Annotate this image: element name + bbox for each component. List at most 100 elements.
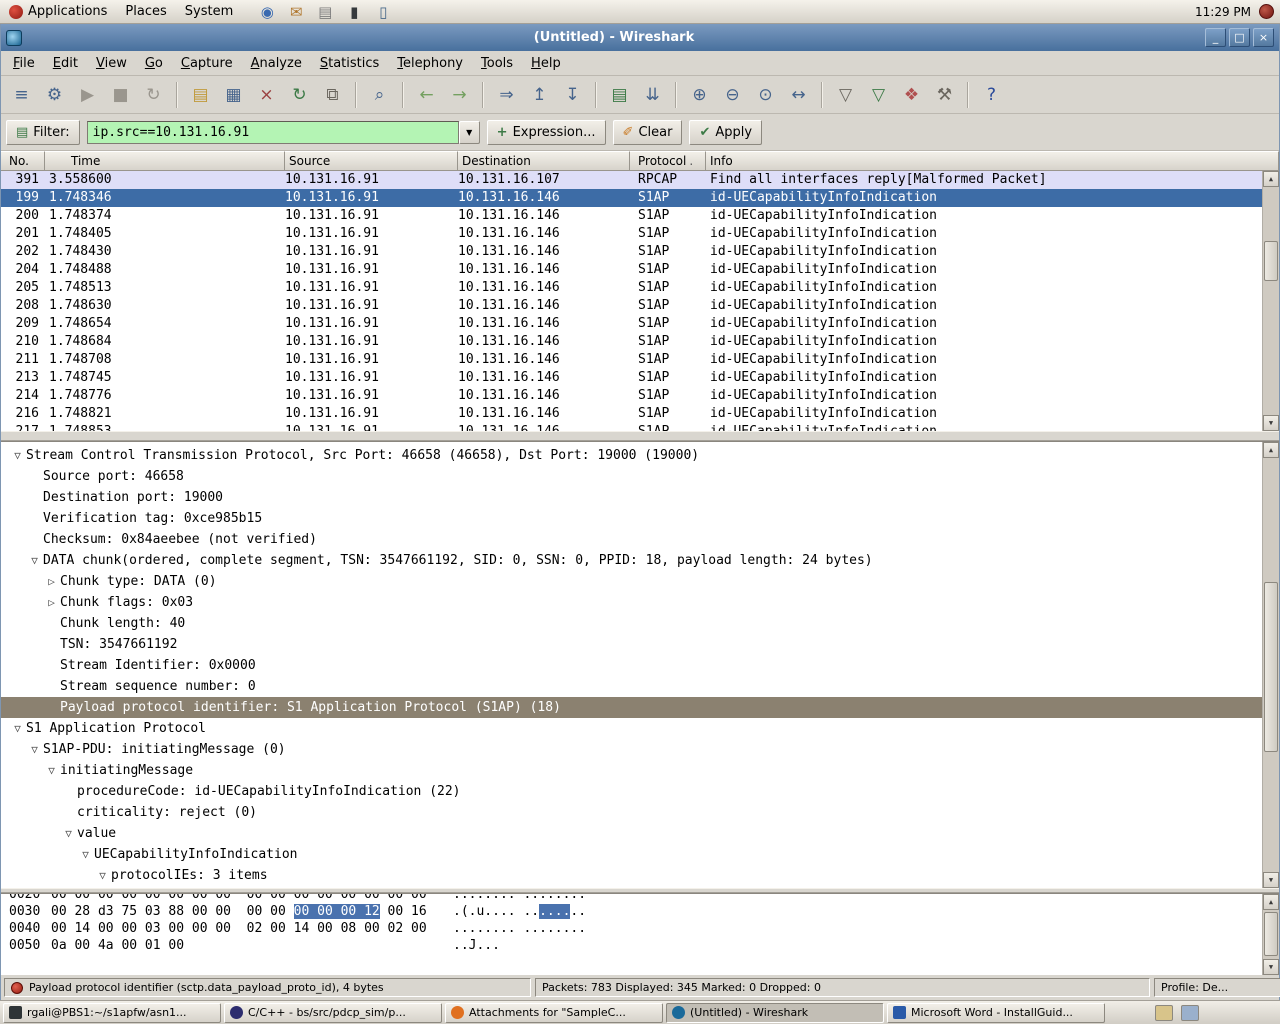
scroll-down-arrow[interactable]: ▼ bbox=[1263, 415, 1279, 431]
scrollbar-thumb[interactable] bbox=[1264, 241, 1278, 281]
terminal-2-launcher-button[interactable]: ▯ bbox=[372, 1, 394, 23]
packet-row[interactable]: 2011.74840510.131.16.9110.131.16.146S1AP… bbox=[1, 225, 1262, 243]
detail-line[interactable]: Verification tag: 0xce985b15 bbox=[1, 508, 1262, 529]
menu-analyze[interactable]: Analyze bbox=[242, 53, 311, 74]
packet-row[interactable]: 2141.74877610.131.16.9110.131.16.146S1AP… bbox=[1, 387, 1262, 405]
scroll-up-arrow[interactable]: ▲ bbox=[1263, 442, 1279, 458]
capture-restart-button[interactable]: ↻ bbox=[138, 80, 169, 110]
taskbar-wireshark-window[interactable]: (Untitled) - Wireshark bbox=[666, 1003, 884, 1023]
menu-tools[interactable]: Tools bbox=[472, 53, 522, 74]
scroll-up-arrow[interactable]: ▲ bbox=[1263, 894, 1279, 910]
capture-stop-button[interactable]: ■ bbox=[105, 80, 136, 110]
bytes-scrollbar[interactable]: ▲ ▼ bbox=[1262, 894, 1279, 975]
zoom-100-button[interactable]: ⊙ bbox=[750, 80, 781, 110]
web-browser-launcher-button[interactable]: ◉ bbox=[256, 1, 278, 23]
packet-row[interactable]: 1991.74834610.131.16.9110.131.16.146S1AP… bbox=[1, 189, 1262, 207]
minimize-button[interactable]: _ bbox=[1205, 28, 1226, 47]
taskbar-word-window[interactable]: Microsoft Word - InstallGuid... bbox=[887, 1003, 1105, 1023]
packet-row[interactable]: 2001.74837410.131.16.9110.131.16.146S1AP… bbox=[1, 207, 1262, 225]
preferences-button[interactable]: ⚒ bbox=[929, 80, 960, 110]
detail-line[interactable]: ▷Chunk flags: 0x03 bbox=[1, 592, 1262, 613]
menu-file[interactable]: File bbox=[4, 53, 44, 74]
scroll-down-arrow[interactable]: ▼ bbox=[1263, 872, 1279, 888]
tray-window-icon[interactable] bbox=[1181, 1005, 1199, 1021]
capture-interfaces-button[interactable]: ≡ bbox=[6, 80, 37, 110]
update-notifier-icon[interactable] bbox=[1259, 4, 1274, 19]
menu-edit[interactable]: Edit bbox=[44, 53, 87, 74]
expander-open-icon[interactable]: ▽ bbox=[77, 844, 94, 865]
go-forward-button[interactable]: → bbox=[444, 80, 475, 110]
pane-splitter[interactable] bbox=[1, 431, 1279, 441]
details-scrollbar[interactable]: ▲ ▼ bbox=[1262, 442, 1279, 888]
filter-button[interactable]: ▤ Filter: bbox=[6, 120, 80, 145]
expander-open-icon[interactable]: ▽ bbox=[9, 718, 26, 739]
menu-view[interactable]: View bbox=[87, 53, 136, 74]
hex-row[interactable]: 004000 14 00 00 03 00 00 00 02 00 14 00 … bbox=[9, 920, 1262, 937]
expander-closed-icon[interactable]: ▷ bbox=[43, 592, 60, 613]
file-open-button[interactable]: ▤ bbox=[185, 80, 216, 110]
auto-scroll-button[interactable]: ⇊ bbox=[637, 80, 668, 110]
zoom-in-button[interactable]: ⊕ bbox=[684, 80, 715, 110]
terminal-launcher-button[interactable]: ▮ bbox=[343, 1, 365, 23]
packet-row[interactable]: 2021.74843010.131.16.9110.131.16.146S1AP… bbox=[1, 243, 1262, 261]
profile-box[interactable]: Profile: De... bbox=[1154, 978, 1280, 997]
maximize-button[interactable]: □ bbox=[1229, 28, 1250, 47]
column-header-destination[interactable]: Destination bbox=[458, 151, 630, 171]
file-close-button[interactable]: × bbox=[251, 80, 282, 110]
column-header-no[interactable]: No. bbox=[1, 151, 45, 171]
expander-open-icon[interactable]: ▽ bbox=[60, 823, 77, 844]
expander-open-icon[interactable]: ▽ bbox=[26, 550, 43, 571]
detail-line[interactable]: Stream sequence number: 0 bbox=[1, 676, 1262, 697]
detail-line[interactable]: ▷Chunk type: DATA (0) bbox=[1, 571, 1262, 592]
clear-button[interactable]: ✐ Clear bbox=[613, 120, 683, 145]
taskbar-browser-window[interactable]: Attachments for "SampleC... bbox=[445, 1003, 663, 1023]
detail-line[interactable]: ▽S1AP-PDU: initiatingMessage (0) bbox=[1, 739, 1262, 760]
hex-row[interactable]: 002000 00 00 00 00 00 00 00 00 00 00 00 … bbox=[9, 893, 1262, 903]
expander-closed-icon[interactable]: ▷ bbox=[43, 571, 60, 592]
filter-input[interactable] bbox=[87, 121, 459, 144]
close-button[interactable]: × bbox=[1253, 28, 1274, 47]
packet-row[interactable]: 2091.74865410.131.16.9110.131.16.146S1AP… bbox=[1, 315, 1262, 333]
scrollbar-thumb[interactable] bbox=[1264, 582, 1278, 752]
file-save-button[interactable]: ▦ bbox=[218, 80, 249, 110]
packet-list-scrollbar[interactable]: ▲ ▼ bbox=[1262, 171, 1279, 431]
go-to-packet-button[interactable]: ⇒ bbox=[491, 80, 522, 110]
colorize-button[interactable]: ▤ bbox=[604, 80, 635, 110]
detail-line[interactable]: ▽DATA chunk(ordered, complete segment, T… bbox=[1, 550, 1262, 571]
column-header-source[interactable]: Source bbox=[285, 151, 458, 171]
scroll-up-arrow[interactable]: ▲ bbox=[1263, 171, 1279, 187]
detail-line[interactable]: Destination port: 19000 bbox=[1, 487, 1262, 508]
hex-row[interactable]: 003000 28 d3 75 03 88 00 00 00 00 00 00 … bbox=[9, 903, 1262, 920]
go-last-button[interactable]: ↧ bbox=[557, 80, 588, 110]
detail-line[interactable]: ▽initiatingMessage bbox=[1, 760, 1262, 781]
detail-line[interactable]: ▽S1 Application Protocol bbox=[1, 718, 1262, 739]
capture-options-button[interactable]: ⚙ bbox=[39, 80, 70, 110]
expander-open-icon[interactable]: ▽ bbox=[26, 739, 43, 760]
panel-menu-applications[interactable]: Applications bbox=[0, 0, 116, 23]
menu-go[interactable]: Go bbox=[136, 53, 172, 74]
filter-dropdown-button[interactable]: ▼ bbox=[459, 121, 480, 144]
menu-telephony[interactable]: Telephony bbox=[388, 53, 472, 74]
editor-launcher-button[interactable]: ▤ bbox=[314, 1, 336, 23]
detail-line[interactable]: ▽UECapabilityInfoIndication bbox=[1, 844, 1262, 865]
detail-line[interactable]: Source port: 46658 bbox=[1, 466, 1262, 487]
packet-row[interactable]: 2161.74882110.131.16.9110.131.16.146S1AP… bbox=[1, 405, 1262, 423]
go-first-button[interactable]: ↥ bbox=[524, 80, 555, 110]
detail-line[interactable]: TSN: 3547661192 bbox=[1, 634, 1262, 655]
reload-button[interactable]: ↻ bbox=[284, 80, 315, 110]
capture-start-button[interactable]: ▶ bbox=[72, 80, 103, 110]
column-header-time[interactable]: Time bbox=[45, 151, 285, 171]
expander-open-icon[interactable]: ▽ bbox=[43, 760, 60, 781]
expert-info-icon[interactable] bbox=[11, 982, 23, 994]
taskbar-terminal-window[interactable]: rgali@PBS1:~/s1apfw/asn1... bbox=[3, 1003, 221, 1023]
scrollbar-thumb[interactable] bbox=[1264, 912, 1278, 956]
column-header-info[interactable]: Info bbox=[706, 151, 1279, 171]
print-button[interactable]: ⧉ bbox=[317, 80, 348, 110]
help-button[interactable]: ? bbox=[976, 80, 1007, 110]
menu-help[interactable]: Help bbox=[522, 53, 570, 74]
expander-open-icon[interactable]: ▽ bbox=[94, 865, 111, 886]
apply-button[interactable]: ✔ Apply bbox=[689, 120, 762, 145]
packet-row[interactable]: 2041.74848810.131.16.9110.131.16.146S1AP… bbox=[1, 261, 1262, 279]
detail-line[interactable]: procedureCode: id-UECapabilityInfoIndica… bbox=[1, 781, 1262, 802]
packet-row[interactable]: 2171.74885310.131.16.9110.131.16.146S1AP… bbox=[1, 423, 1262, 431]
